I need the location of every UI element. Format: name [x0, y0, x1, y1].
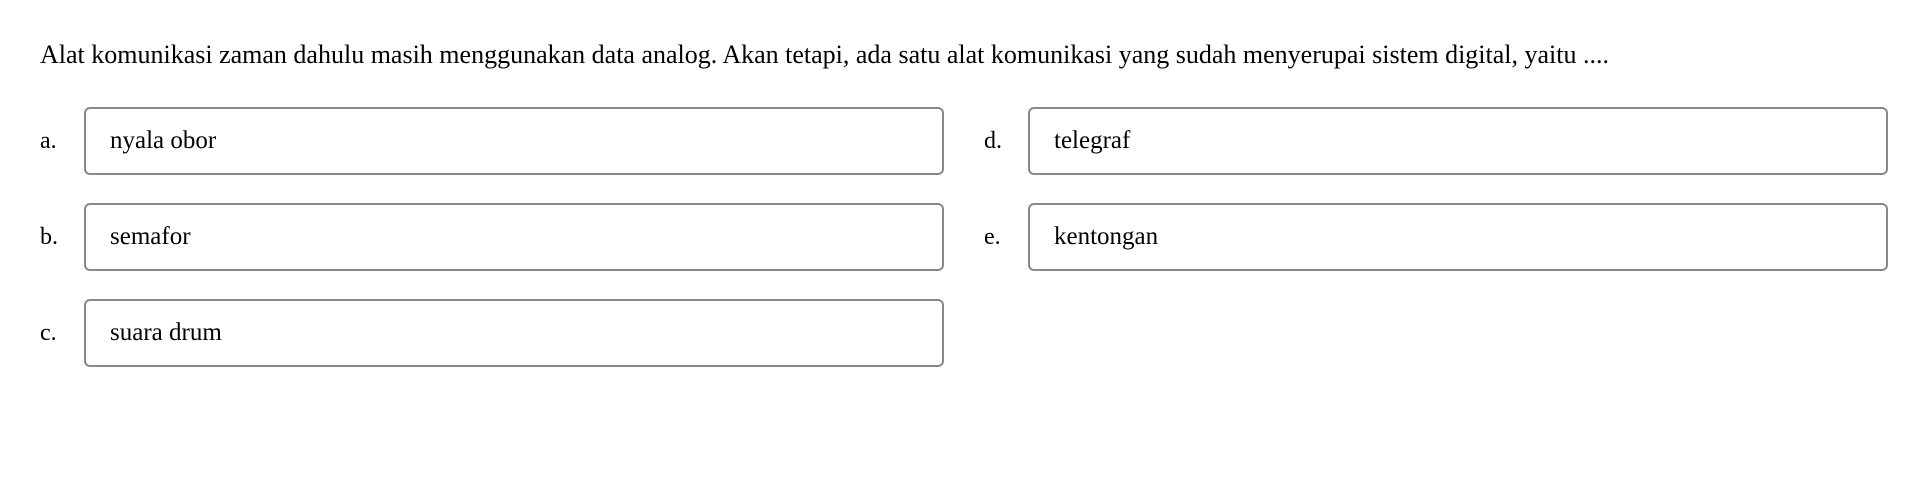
options-container: a. nyala obor b. semafor c. suara drum d…	[40, 107, 1890, 367]
option-row-a: a. nyala obor	[40, 107, 944, 175]
option-letter-b: b.	[40, 224, 68, 251]
option-row-c: c. suara drum	[40, 299, 944, 367]
options-column-left: a. nyala obor b. semafor c. suara drum	[40, 107, 944, 367]
option-box-b[interactable]: semafor	[84, 203, 944, 271]
option-row-e: e. kentongan	[984, 203, 1888, 271]
options-column-right: d. telegraf e. kentongan	[984, 107, 1888, 367]
option-row-b: b. semafor	[40, 203, 944, 271]
option-letter-c: c.	[40, 320, 68, 347]
option-row-d: d. telegraf	[984, 107, 1888, 175]
option-box-e[interactable]: kentongan	[1028, 203, 1888, 271]
option-letter-e: e.	[984, 224, 1012, 251]
option-box-c[interactable]: suara drum	[84, 299, 944, 367]
question-text: Alat komunikasi zaman dahulu masih mengg…	[40, 30, 1890, 79]
option-letter-d: d.	[984, 128, 1012, 155]
option-letter-a: a.	[40, 128, 68, 155]
option-box-d[interactable]: telegraf	[1028, 107, 1888, 175]
option-box-a[interactable]: nyala obor	[84, 107, 944, 175]
